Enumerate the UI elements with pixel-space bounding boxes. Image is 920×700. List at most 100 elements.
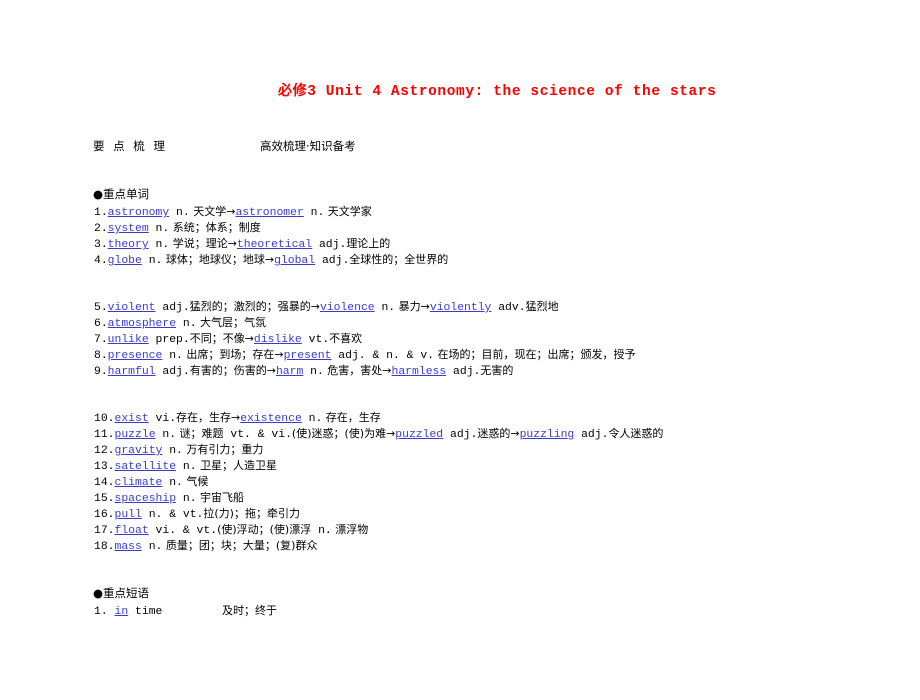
vocabulary-word[interactable]: present xyxy=(284,350,332,362)
vocabulary-gloss: 质量；团；块；大量；(复)群众 xyxy=(162,539,318,552)
vocabulary-word[interactable]: astronomer xyxy=(235,207,303,219)
vocabulary-gloss: 不同；不像 xyxy=(189,332,245,345)
vocabulary-gloss: 天文学 xyxy=(189,205,227,218)
word-entry-number: 8. xyxy=(94,350,108,362)
vocabulary-gloss: 卫星；人造卫星 xyxy=(196,459,278,472)
vocabulary-word[interactable]: global xyxy=(274,255,315,267)
word-entry-number: 12. xyxy=(94,445,115,457)
part-of-speech: n. xyxy=(169,207,190,219)
vocabulary-word[interactable]: dislike xyxy=(254,334,302,346)
vocabulary-word[interactable]: puzzle xyxy=(115,429,156,441)
part-of-speech: n. xyxy=(162,350,183,362)
vocabulary-gloss: 大气层；气氛 xyxy=(196,316,267,329)
word-entry-number: 14. xyxy=(94,477,115,489)
vocabulary-word[interactable]: existence xyxy=(240,413,302,425)
vocabulary-word[interactable]: unlike xyxy=(108,334,149,346)
derivation-arrow-icon: → xyxy=(264,253,275,266)
vocabulary-word[interactable]: pull xyxy=(115,509,142,521)
phrase-gloss: 及时；终于 xyxy=(222,604,277,617)
vocabulary-gloss: 球体；地球仪；地球 xyxy=(162,253,265,266)
phrase-remainder: time xyxy=(128,606,163,618)
phrase-keyword[interactable]: in xyxy=(115,606,129,618)
part-of-speech: n. xyxy=(148,223,170,235)
vocabulary-word[interactable]: exist xyxy=(115,413,149,425)
vocabulary-word[interactable]: violence xyxy=(320,302,375,314)
vocabulary-word[interactable]: violent xyxy=(108,302,156,314)
word-entry: 8. presence n. 出席；到场；存在→present adj. & n… xyxy=(94,348,636,363)
word-entry: 11. puzzle n. 谜；难题 vt. & vi.(使)迷惑；(使)为难→… xyxy=(94,427,663,442)
word-entry-number: 1. xyxy=(94,207,108,219)
vocabulary-word[interactable]: astronomy xyxy=(108,207,170,219)
subheader-left-label: 要 点 梳 理 xyxy=(93,139,168,153)
vocabulary-gloss: 全球性的；全世界的 xyxy=(349,253,449,266)
part-of-speech: n. xyxy=(303,366,324,378)
vocabulary-word[interactable]: atmosphere xyxy=(108,318,176,330)
vocabulary-word[interactable]: violently xyxy=(430,302,492,314)
subheader-right-label: 高效梳理·知识备考 xyxy=(260,139,356,153)
vocabulary-gloss: 气候 xyxy=(182,475,209,488)
word-entry-number: 13. xyxy=(94,461,115,473)
phrase-entry: 1. in time 及时；终于 xyxy=(94,602,277,618)
derivation-arrow-icon: → xyxy=(386,427,396,440)
vocabulary-word[interactable]: theory xyxy=(108,239,149,251)
vocabulary-word[interactable]: harmful xyxy=(108,366,156,378)
vocabulary-word[interactable]: system xyxy=(108,223,149,235)
vocabulary-gloss: (使)迷惑；(使)为难 xyxy=(291,427,387,440)
vocabulary-word[interactable]: presence xyxy=(108,350,163,362)
word-entry: 7. unlike prep.不同；不像→dislike vt.不喜欢 xyxy=(94,332,362,347)
document-page: 必修3 Unit 4 Astronomy: the science of the… xyxy=(0,0,920,700)
part-of-speech: n. xyxy=(301,413,323,425)
word-entry: 9. harmful adj.有害的；伤害的→harm n. 危害，害处→har… xyxy=(94,364,513,379)
vocabulary-gloss: 宇宙飞船 xyxy=(196,491,245,504)
part-of-speech: adj. xyxy=(574,429,609,441)
word-entry-number: 17. xyxy=(94,525,115,537)
vocabulary-word[interactable]: puzzled xyxy=(395,429,443,441)
vocabulary-word[interactable]: harm xyxy=(276,366,303,378)
vocabulary-gloss: 存在，生存 xyxy=(322,411,381,424)
vocabulary-gloss: 无害的 xyxy=(480,364,514,377)
derivation-arrow-icon: → xyxy=(510,427,520,440)
vocabulary-gloss: 在场的；目前，现在；出席；颁发，授予 xyxy=(434,348,636,361)
vocabulary-word[interactable]: gravity xyxy=(115,445,163,457)
part-of-speech: prep. xyxy=(148,334,190,346)
derivation-arrow-icon: → xyxy=(310,300,320,313)
vocabulary-gloss: 谜；难题 xyxy=(176,427,224,440)
word-entry: 2. system n. 系统；体系；制度 xyxy=(94,221,261,236)
vocabulary-gloss: 猛烈地 xyxy=(525,300,559,313)
vocabulary-word[interactable]: satellite xyxy=(115,461,177,473)
part-of-speech: n. xyxy=(176,461,197,473)
page-title: 必修3 Unit 4 Astronomy: the science of the… xyxy=(278,80,716,100)
word-entry-number: 3. xyxy=(94,239,108,251)
part-of-speech: n. xyxy=(303,207,325,219)
vocabulary-word[interactable]: puzzling xyxy=(520,429,575,441)
word-entry-number: 9. xyxy=(94,366,108,378)
word-entry-number: 6. xyxy=(94,318,108,330)
vocabulary-word[interactable]: harmless xyxy=(392,366,447,378)
vocabulary-gloss: 存在，生存 xyxy=(176,411,232,424)
vocabulary-gloss: 拉(力)；拖；牵引力 xyxy=(203,507,300,520)
word-entry: 12. gravity n. 万有引力；重力 xyxy=(94,443,263,458)
vocabulary-word[interactable]: mass xyxy=(115,541,142,553)
vocabulary-word[interactable]: spaceship xyxy=(115,493,177,505)
word-entry: 16. pull n. & vt.拉(力)；拖；牵引力 xyxy=(94,507,300,522)
vocabulary-gloss: 万有引力；重力 xyxy=(182,443,264,456)
vocabulary-word[interactable]: float xyxy=(115,525,149,537)
word-entry: 4. globe n. 球体；地球仪；地球→global adj.全球性的；全世… xyxy=(94,253,448,268)
vocabulary-gloss: 猛烈的；激烈的；强暴的 xyxy=(189,300,311,313)
word-entry: 15. spaceship n. 宇宙飞船 xyxy=(94,491,244,506)
part-of-speech: n. xyxy=(374,302,396,314)
vocabulary-gloss: 学说；理论 xyxy=(169,237,228,250)
part-of-speech: n. xyxy=(155,429,177,441)
part-of-speech: vt. & vi. xyxy=(223,429,292,441)
part-of-speech: n. xyxy=(148,239,170,251)
word-entry-number: 4. xyxy=(94,255,108,267)
word-entry-number: 10. xyxy=(94,413,115,425)
subheader-row: 要 点 梳 理 高效梳理·知识备考 xyxy=(93,138,653,154)
vocabulary-word[interactable]: climate xyxy=(115,477,163,489)
derivation-arrow-icon: → xyxy=(382,364,392,377)
part-of-speech: vt. xyxy=(301,334,330,346)
part-of-speech: adj. xyxy=(312,239,347,251)
vocabulary-word[interactable]: globe xyxy=(108,255,142,267)
vocabulary-word[interactable]: theoretical xyxy=(237,239,312,251)
word-entry: 10. exist vi.存在，生存→existence n. 存在，生存 xyxy=(94,411,381,426)
